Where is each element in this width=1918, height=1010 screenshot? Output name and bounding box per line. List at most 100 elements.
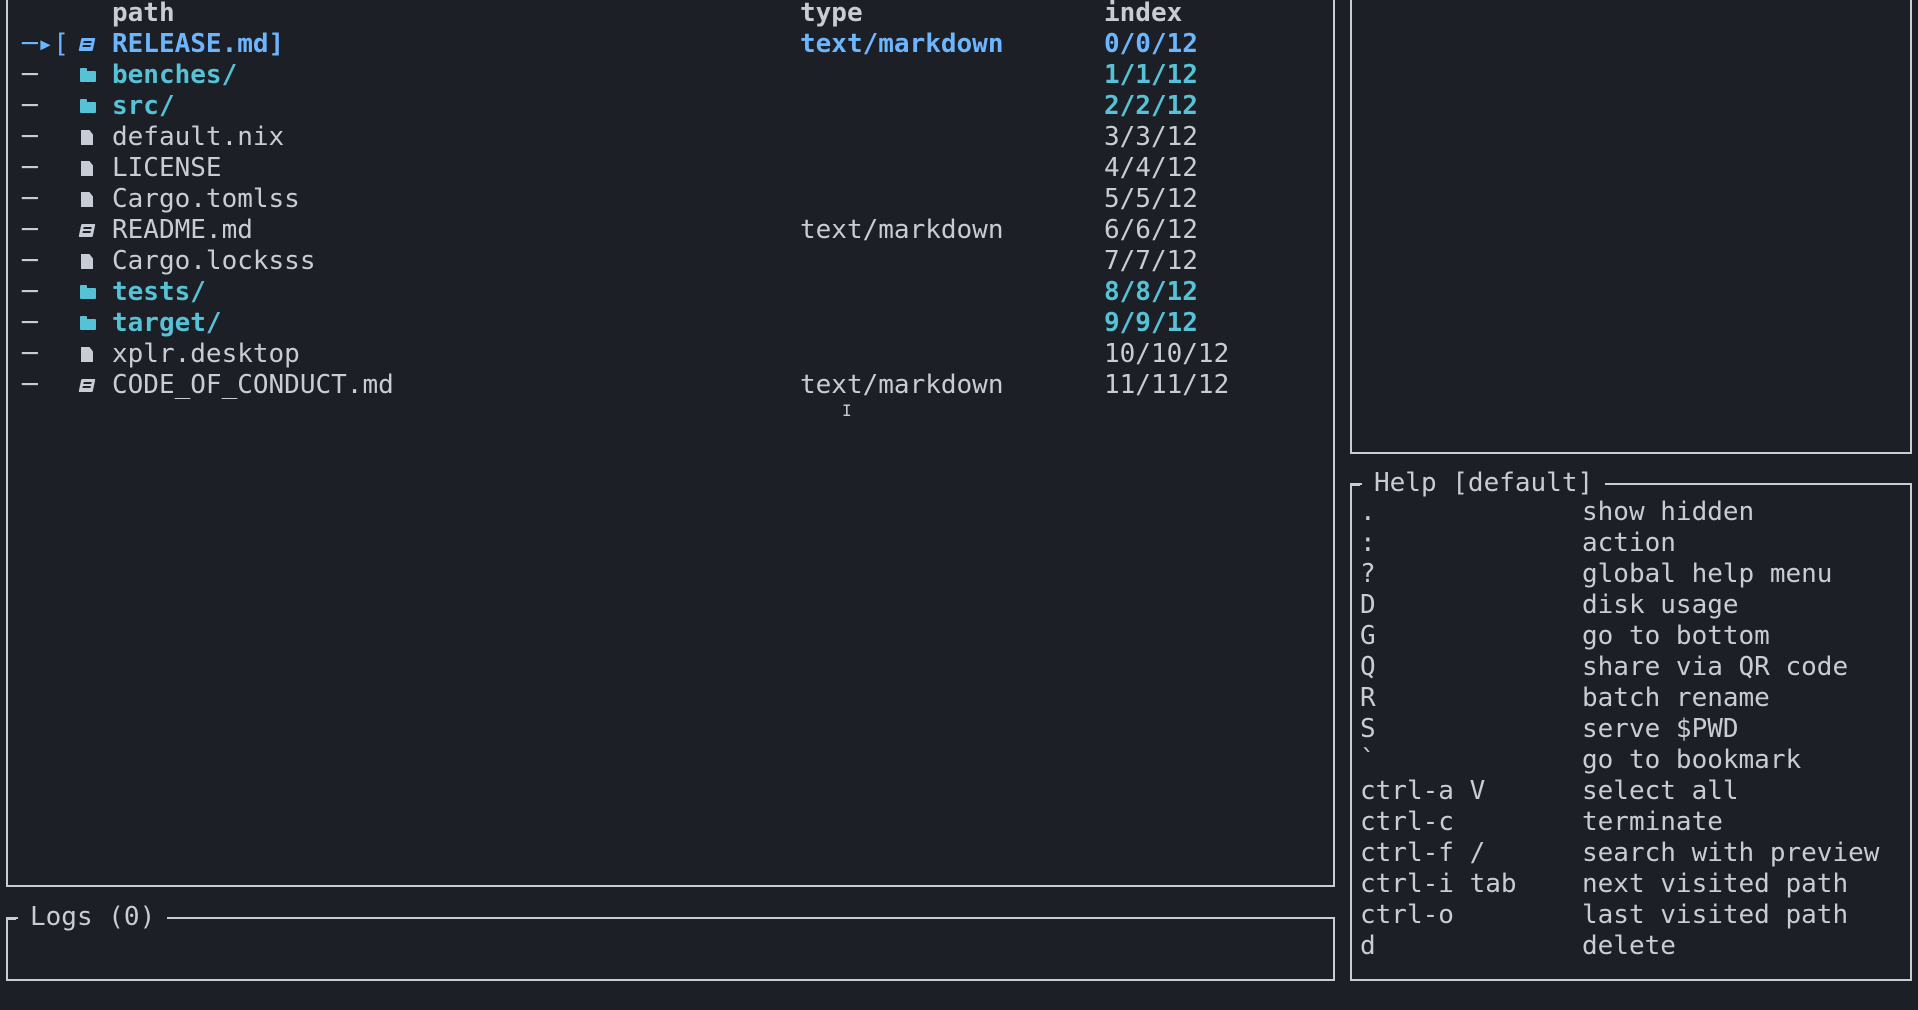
help-description: go to bottom bbox=[1582, 621, 1770, 651]
file-name[interactable]: RELEASE.md] bbox=[112, 29, 284, 60]
file-name-text: RELEASE.md bbox=[112, 29, 269, 59]
help-key: ctrl-c bbox=[1360, 807, 1454, 837]
folder-icon bbox=[78, 308, 96, 339]
tree-branch: ─ bbox=[22, 91, 38, 121]
logs-title: Logs (0) bbox=[7, 902, 168, 933]
file-icon bbox=[78, 184, 96, 215]
table-row[interactable]: ─ xplr.desktop 10/10/12 bbox=[8, 339, 1333, 370]
file-icon bbox=[78, 122, 96, 153]
preview-pane bbox=[1350, 0, 1912, 454]
file-name-text: default.nix bbox=[112, 122, 285, 152]
table-row[interactable]: ─ tests/8/8/12 bbox=[8, 277, 1333, 308]
table-row[interactable]: ─ CODE_OF_CONDUCT.md text/markdown 11/11/12 bbox=[8, 370, 1333, 401]
help-key: ctrl-f / bbox=[1360, 838, 1486, 868]
file-index: 3/3/12 bbox=[1104, 122, 1198, 152]
table-header: path type index bbox=[8, 0, 1333, 29]
help-description: disk usage bbox=[1582, 590, 1739, 620]
help-title: Help [default] bbox=[1351, 468, 1606, 499]
help-key: Q bbox=[1360, 652, 1376, 682]
help-key: ctrl-i tab bbox=[1360, 869, 1517, 899]
column-header-type: type bbox=[800, 0, 863, 28]
markdown-file-icon bbox=[78, 215, 96, 246]
tree-branch: ─ bbox=[22, 60, 38, 90]
help-key: S bbox=[1360, 714, 1376, 744]
file-type: text/markdown bbox=[800, 215, 1004, 245]
help-key: D bbox=[1360, 590, 1376, 620]
table-row[interactable]: ─ Cargo.tomlss 5/5/12 bbox=[8, 184, 1333, 215]
file-name[interactable]: default.nix bbox=[112, 122, 284, 153]
file-name-text: src/ bbox=[112, 91, 175, 121]
tree-branch: ─▸[ bbox=[22, 29, 69, 59]
file-name-text: CODE_OF_CONDUCT.md bbox=[112, 370, 394, 400]
help-key: . bbox=[1360, 497, 1376, 527]
file-name[interactable]: CODE_OF_CONDUCT.md bbox=[112, 370, 394, 401]
table-row[interactable]: ─ LICENSE 4/4/12 bbox=[8, 153, 1333, 184]
markdown-file-icon bbox=[78, 29, 96, 60]
help-description: search with preview bbox=[1582, 838, 1880, 868]
help-description: next visited path bbox=[1582, 869, 1849, 899]
file-type: text/markdown bbox=[800, 370, 1004, 400]
help-pane: Help [default] . show hidden: action? globa… bbox=[1350, 468, 1912, 981]
folder-icon bbox=[78, 60, 96, 91]
file-index: 4/4/12 bbox=[1104, 153, 1198, 183]
help-description: share via QR code bbox=[1582, 652, 1849, 682]
markdown-file-icon bbox=[78, 370, 96, 401]
file-name-text: README.md bbox=[112, 215, 253, 245]
folder-icon bbox=[78, 91, 96, 122]
file-name-text: Cargo.locksss bbox=[112, 246, 316, 276]
file-name[interactable]: src/ bbox=[112, 91, 175, 122]
table-row[interactable]: ─ benches/1/1/12 bbox=[8, 60, 1333, 91]
tree-branch: ─ bbox=[22, 122, 38, 152]
table-row[interactable]: ─ Cargo.locksss 7/7/12 bbox=[8, 246, 1333, 277]
tree-branch: ─ bbox=[22, 308, 38, 338]
file-name[interactable]: tests/ bbox=[112, 277, 206, 308]
file-index: 5/5/12 bbox=[1104, 184, 1198, 214]
file-name[interactable]: Cargo.locksss bbox=[112, 246, 316, 277]
table-row[interactable]: ─ src/2/2/12 bbox=[8, 91, 1333, 122]
file-name-text: xplr.desktop bbox=[112, 339, 300, 369]
help-description: select all bbox=[1582, 776, 1739, 806]
file-index: 8/8/12 bbox=[1104, 277, 1198, 307]
tree-branch: ─ bbox=[22, 246, 38, 276]
file-index: 0/0/12 bbox=[1104, 29, 1198, 59]
file-name-text: benches/ bbox=[112, 60, 238, 90]
table-row[interactable]: ─▸[ RELEASE.md] text/markdown 0/0/12 bbox=[8, 29, 1333, 60]
file-name[interactable]: benches/ bbox=[112, 60, 237, 91]
help-key: G bbox=[1360, 621, 1376, 651]
file-type: text/markdown bbox=[800, 29, 1004, 59]
help-key: : bbox=[1360, 528, 1376, 558]
file-index: 1/1/12 bbox=[1104, 60, 1198, 90]
file-name[interactable]: README.md bbox=[112, 215, 253, 246]
table-row[interactable]: ─ target/9/9/12 bbox=[8, 308, 1333, 339]
tree-branch: ─ bbox=[22, 339, 38, 369]
help-key: R bbox=[1360, 683, 1376, 713]
file-list-pane[interactable]: path type index ─▸[ RELEASE.md] text/markd… bbox=[6, 0, 1335, 887]
file-index: 6/6/12 bbox=[1104, 215, 1198, 245]
tree-branch: ─ bbox=[22, 277, 38, 307]
file-name[interactable]: xplr.desktop bbox=[112, 339, 300, 370]
tree-branch: ─ bbox=[22, 184, 38, 214]
file-name-text: Cargo.tomlss bbox=[112, 184, 300, 214]
file-name-text: tests/ bbox=[112, 277, 206, 307]
file-name[interactable]: Cargo.tomlss bbox=[112, 184, 300, 215]
file-name[interactable]: target/ bbox=[112, 308, 222, 339]
help-description: last visited path bbox=[1582, 900, 1849, 930]
table-row[interactable]: ─ default.nix 3/3/12 bbox=[8, 122, 1333, 153]
folder-icon bbox=[78, 277, 96, 308]
table-row[interactable]: ─ README.md text/markdown 6/6/12 bbox=[8, 215, 1333, 246]
text-cursor-icon: I bbox=[842, 401, 852, 420]
file-icon bbox=[78, 153, 96, 184]
file-name[interactable]: LICENSE bbox=[112, 153, 222, 184]
column-header-path: path bbox=[112, 0, 175, 28]
help-key: ctrl-a V bbox=[1360, 776, 1486, 806]
help-description: action bbox=[1582, 528, 1676, 558]
help-description: batch rename bbox=[1582, 683, 1770, 713]
tree-branch: ─ bbox=[22, 370, 38, 400]
file-index: 7/7/12 bbox=[1104, 246, 1198, 276]
file-icon bbox=[78, 339, 96, 370]
help-description: terminate bbox=[1582, 807, 1723, 837]
tree-branch: ─ bbox=[22, 153, 38, 183]
file-icon bbox=[78, 246, 96, 277]
help-description: go to bookmark bbox=[1582, 745, 1802, 775]
file-name-text: LICENSE bbox=[112, 153, 222, 183]
